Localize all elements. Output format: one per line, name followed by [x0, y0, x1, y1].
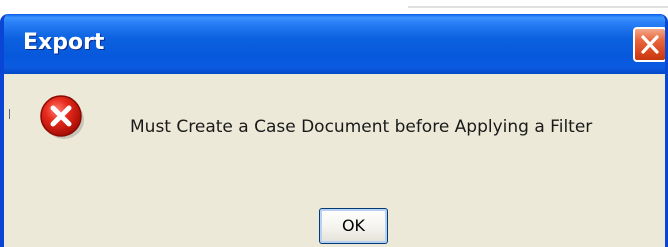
dialog-title: Export	[23, 30, 105, 55]
error-message: Must Create a Case Document before Apply…	[130, 117, 593, 137]
background-line	[408, 6, 668, 8]
background-strip	[0, 0, 668, 14]
title-bar[interactable]: Export	[4, 14, 665, 74]
error-icon	[40, 95, 84, 139]
ok-button[interactable]: OK	[319, 208, 388, 244]
divider	[9, 109, 10, 119]
close-icon	[641, 35, 659, 54]
export-dialog: Export Must Create a Case Document befor…	[0, 14, 668, 247]
close-button[interactable]	[633, 27, 665, 62]
